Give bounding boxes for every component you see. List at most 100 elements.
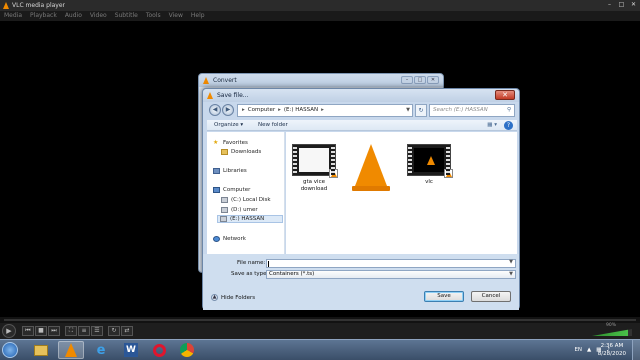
chevron-down-icon[interactable]: ▼ [406, 105, 410, 116]
close-icon[interactable]: ✕ [427, 76, 439, 84]
ie-taskbar-button[interactable]: e [88, 341, 114, 359]
clock-time: 2:36 AM [600, 343, 624, 349]
menu-view[interactable]: View [169, 11, 183, 21]
file-item[interactable]: vlc [404, 144, 454, 186]
folder-icon [34, 344, 48, 356]
video-thumbnail [292, 144, 338, 178]
save-as-type-select[interactable]: Containers (*.ts) ▼ [266, 270, 516, 279]
drive-icon [221, 197, 228, 203]
video-thumbnail [407, 144, 453, 178]
maximize-icon[interactable]: □ [414, 76, 426, 84]
close-button[interactable]: ✕ [495, 90, 515, 100]
loop-button[interactable]: ↻ [108, 326, 120, 336]
navigation-pane: ★ Favorites Downloads Libraries Computer… [207, 132, 285, 254]
menu-playback[interactable]: Playback [30, 11, 57, 21]
menu-media[interactable]: Media [4, 11, 22, 21]
new-folder-button[interactable]: New folder [258, 120, 288, 131]
nav-favorites[interactable]: ★ Favorites [213, 139, 248, 147]
chrome-icon [180, 343, 194, 357]
breadcrumb-computer[interactable]: Computer [248, 105, 275, 116]
nav-drive-c[interactable]: (C:) Local Disk [221, 196, 271, 204]
views-icon[interactable]: ▦ ▾ [487, 120, 497, 131]
forward-button[interactable]: ▶ [222, 104, 234, 116]
vlc-logo-icon [3, 2, 9, 9]
file-name-label: vlc [425, 179, 433, 185]
menu-video[interactable]: Video [90, 11, 107, 21]
next-button[interactable]: ⏭ [48, 326, 60, 336]
clock[interactable]: 2:36 AM 8/28/2020 [598, 342, 626, 358]
language-indicator[interactable]: EN [574, 347, 582, 353]
address-bar[interactable]: ▸ Computer ▸ (E:) HASSAN ▸ ▼ [237, 104, 413, 117]
file-item[interactable]: gta vice download [289, 144, 339, 193]
nav-drive-e[interactable]: (E:) HASSAN [217, 215, 283, 223]
file-explorer-taskbar-button[interactable] [28, 341, 54, 359]
nav-network[interactable]: Network [213, 235, 246, 243]
shuffle-button[interactable]: ⇄ [121, 326, 133, 336]
menu-subtitle[interactable]: Subtitle [115, 11, 138, 21]
nav-computer-label: Computer [223, 187, 251, 193]
nav-downloads[interactable]: Downloads [221, 148, 261, 156]
nav-drive-d-label: (D:) umer [231, 207, 258, 213]
play-button[interactable]: ▶ [2, 324, 16, 338]
convert-title-bar: Convert – □ ✕ [199, 74, 443, 87]
vlc-title-bar: VLC media player – □ ✕ [0, 0, 640, 11]
hide-folders-button[interactable]: ▲ Hide Folders [211, 294, 255, 301]
breadcrumb-drive-e[interactable]: (E:) HASSAN [284, 105, 318, 116]
nav-favorites-label: Favorites [223, 140, 248, 146]
menu-tools[interactable]: Tools [146, 11, 161, 21]
cancel-button[interactable]: Cancel [471, 291, 511, 302]
word-taskbar-button[interactable]: W [118, 341, 144, 359]
back-button[interactable]: ◀ [209, 104, 221, 116]
save-dialog-title-bar: Save file... ✕ [203, 89, 519, 102]
chevron-right-icon: ▸ [242, 107, 245, 113]
fullscreen-button[interactable]: ⛶ [65, 326, 77, 336]
volume-percent: 90% [606, 323, 617, 328]
search-placeholder: Search (E:) HASSAN [433, 107, 488, 113]
chevron-down-icon[interactable]: ▼ [509, 259, 513, 265]
start-button[interactable] [2, 342, 18, 358]
chrome-taskbar-button[interactable] [174, 341, 200, 359]
organize-button[interactable]: Organize ▾ [214, 120, 243, 131]
tray-expand-icon[interactable]: ▲ [587, 347, 591, 353]
save-file-dialog: Save file... ✕ ◀ ▶ ▸ Computer ▸ (E:) HAS… [202, 88, 520, 310]
chevron-down-icon: ▼ [509, 271, 513, 277]
save-options: File name: ▼ Save as type: Containers (*… [203, 254, 519, 310]
vlc-badge-icon [444, 169, 453, 178]
close-icon[interactable]: ✕ [629, 1, 638, 9]
minimize-icon[interactable]: – [401, 76, 413, 84]
vlc-taskbar-button[interactable] [58, 341, 84, 359]
stop-button[interactable]: ■ [35, 326, 47, 336]
file-name-field-label: File name: [237, 260, 266, 266]
help-icon[interactable]: ? [504, 121, 513, 130]
opera-taskbar-button[interactable] [146, 341, 172, 359]
vlc-badge-icon [329, 169, 338, 178]
file-list: gta vice download sdf vlc [286, 132, 517, 254]
folder-icon [221, 149, 228, 155]
network-icon [213, 236, 220, 242]
menu-audio[interactable]: Audio [65, 11, 82, 21]
maximize-icon[interactable]: □ [617, 1, 626, 9]
extended-settings-button[interactable]: ≡ [78, 326, 90, 336]
show-desktop-button[interactable] [632, 340, 640, 360]
nav-downloads-label: Downloads [231, 149, 262, 155]
file-name-field[interactable]: ▼ [266, 259, 516, 268]
nav-drive-d[interactable]: (D:) umer [221, 206, 258, 214]
nav-libraries[interactable]: Libraries [213, 167, 247, 175]
save-as-type-value: Containers (*.ts) [269, 271, 315, 277]
menu-help[interactable]: Help [191, 11, 205, 21]
volume-slider[interactable] [592, 329, 632, 336]
drive-icon [221, 207, 228, 213]
previous-button[interactable]: ⏮ [22, 326, 34, 336]
save-button[interactable]: Save [424, 291, 464, 302]
nav-computer[interactable]: Computer [213, 186, 250, 194]
search-input[interactable]: Search (E:) HASSAN ⚲ [429, 104, 515, 117]
file-item[interactable]: sdf [346, 144, 396, 191]
star-icon: ★ [213, 139, 219, 146]
nav-drive-e-label: (E:) HASSAN [230, 216, 265, 222]
minimize-icon[interactable]: – [605, 1, 614, 9]
vlc-logo-icon [203, 77, 209, 84]
drive-icon [220, 216, 227, 222]
refresh-button[interactable]: ↻ [415, 104, 427, 117]
playlist-button[interactable]: ☰ [91, 326, 103, 336]
organize-label: Organize [214, 122, 239, 128]
